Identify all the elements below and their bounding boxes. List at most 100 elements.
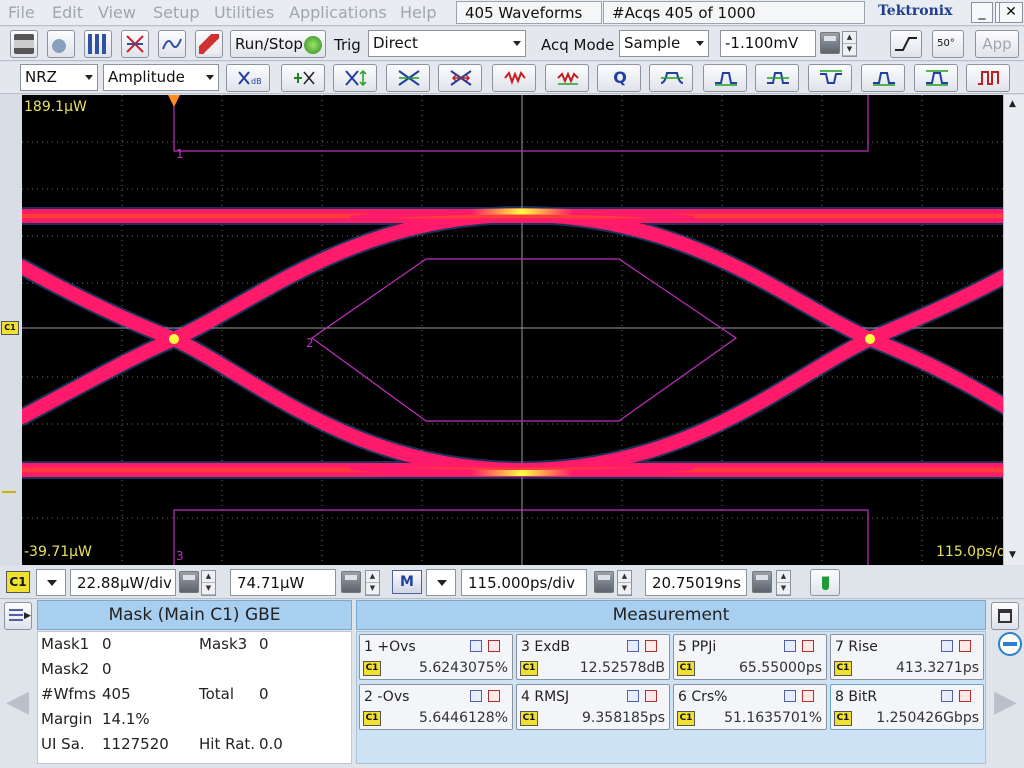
measurement-settings-icon[interactable] xyxy=(784,690,796,702)
menu-setup[interactable]: Setup xyxy=(153,3,200,22)
measurement-delete-icon[interactable] xyxy=(959,640,971,652)
measurement-cell[interactable]: 2 -Ovs C1 5.6446128% xyxy=(359,684,513,730)
measurement-settings-icon[interactable] xyxy=(627,640,639,652)
close-button[interactable]: ✕ xyxy=(999,2,1023,23)
pulse-button-3[interactable] xyxy=(755,64,799,92)
keypad-icon[interactable] xyxy=(752,571,772,593)
trigger-level-spinner[interactable]: ▲ ▼ xyxy=(842,31,857,57)
display-scrollbar[interactable]: ▲ ▼ xyxy=(1003,95,1024,565)
print-button[interactable] xyxy=(10,30,38,58)
jitter-pp-button[interactable] xyxy=(492,64,536,92)
measurement-cell[interactable]: 4 RMSJ C1 9.358185ps xyxy=(516,684,670,730)
measurement-delete-icon[interactable] xyxy=(802,640,814,652)
trigger-position-button[interactable]: 50° xyxy=(932,30,964,58)
mask-panel-title: Mask (Main C1) GBE xyxy=(37,600,352,630)
panel-menu-button[interactable]: ▶ xyxy=(4,602,32,630)
app-button[interactable]: App xyxy=(975,30,1019,58)
jitter-rms-button[interactable] xyxy=(545,64,589,92)
pulse-button-1[interactable] xyxy=(649,64,693,92)
horizontal-scale-spinner[interactable]: ▲ ▼ xyxy=(617,570,632,596)
horizontal-position-spinner[interactable]: ▲ ▼ xyxy=(776,570,791,596)
channel-dropdown[interactable] xyxy=(36,569,66,596)
measurement-settings-icon[interactable] xyxy=(941,640,953,652)
measurement-settings-icon[interactable] xyxy=(627,690,639,702)
vertical-scale-spinner[interactable]: ▲ ▼ xyxy=(201,570,216,596)
channel-marker[interactable]: C1 xyxy=(1,321,19,335)
keypad-icon[interactable] xyxy=(341,571,361,593)
extinction-dbm-button[interactable] xyxy=(281,64,325,92)
menu-applications[interactable]: Applications xyxy=(289,3,387,22)
trigger-slope-button[interactable] xyxy=(890,30,922,58)
pattern-type-dropdown[interactable]: NRZ xyxy=(20,64,98,91)
menu-help[interactable]: Help xyxy=(400,3,436,22)
run-stop-button[interactable]: Run/Stop xyxy=(230,30,326,58)
vertical-scale-input[interactable]: 22.88µW/div xyxy=(70,569,176,596)
scroll-up-icon[interactable]: ▲ xyxy=(1009,99,1016,109)
ground-icon xyxy=(2,483,16,493)
acq-mode-dropdown[interactable]: Sample xyxy=(619,30,709,57)
measurement-panel-title: Measurement xyxy=(356,600,986,630)
measurement-cell[interactable]: 3 ExdB C1 12.52578dB xyxy=(516,634,670,680)
measurement-settings-icon[interactable] xyxy=(784,640,796,652)
measurement-cell[interactable]: 7 Rise C1 413.3271ps xyxy=(830,634,984,680)
teamviewer-icon[interactable] xyxy=(998,632,1022,656)
trigger-level-input[interactable]: -1.100mV xyxy=(720,30,816,57)
mask-button[interactable] xyxy=(121,30,149,58)
pulse-button-2[interactable] xyxy=(703,64,747,92)
pulse-button-5[interactable] xyxy=(861,64,905,92)
menu-view[interactable]: View xyxy=(98,3,136,22)
thermometer-button[interactable] xyxy=(810,569,840,596)
eye-width-button[interactable] xyxy=(438,64,482,92)
pulse-button-6[interactable] xyxy=(914,64,958,92)
vertical-offset-input[interactable]: 74.71µW xyxy=(230,569,336,596)
waveform-display[interactable]: 1 2 3 189.1µW -39.71µW 115.0ps/div xyxy=(22,95,1022,565)
keypad-icon[interactable] xyxy=(179,571,199,593)
measurement-settings-icon[interactable] xyxy=(941,690,953,702)
measurement-cell[interactable]: 1 +Ovs C1 5.6243075% xyxy=(359,634,513,680)
save-setup-button[interactable] xyxy=(47,30,75,58)
left-gutter: C1 xyxy=(0,95,22,565)
mask-stat-label: Mask3 xyxy=(199,635,248,653)
horizontal-scale-input[interactable]: 115.000ps/div xyxy=(461,569,587,596)
trigger-marker[interactable] xyxy=(168,95,180,107)
horizontal-position-input[interactable]: 20.75019ns xyxy=(645,569,747,596)
measurement-cell[interactable]: 8 BitR C1 1.250426Gbps xyxy=(830,684,984,730)
q-factor-icon: Q xyxy=(613,68,627,87)
q-factor-button[interactable]: Q xyxy=(597,64,641,92)
crossing-button[interactable] xyxy=(386,64,430,92)
mask-regions xyxy=(173,95,869,565)
nav-left-arrow-icon[interactable]: ◀ xyxy=(6,684,29,719)
measurement-delete-icon[interactable] xyxy=(488,690,500,702)
eye-height-button[interactable] xyxy=(333,64,377,92)
clear-button[interactable] xyxy=(195,30,223,58)
minimize-button[interactable]: _ xyxy=(971,2,993,23)
trigger-source-dropdown[interactable]: Direct xyxy=(368,30,526,57)
menu-edit[interactable]: Edit xyxy=(52,3,83,22)
math-badge[interactable]: M xyxy=(392,570,422,594)
nrz-pattern-button[interactable] xyxy=(966,64,1010,92)
measurement-cell[interactable]: 5 PPJi C1 65.55000ps xyxy=(673,634,827,680)
menu-file[interactable]: File xyxy=(8,3,35,22)
vertical-offset-spinner[interactable]: ▲ ▼ xyxy=(365,570,380,596)
nav-right-arrow-icon[interactable]: ▶ xyxy=(994,684,1017,719)
measurement-settings-icon[interactable] xyxy=(470,690,482,702)
keypad-icon[interactable] xyxy=(820,32,840,54)
measure-button[interactable] xyxy=(84,30,112,58)
pulse-button-4[interactable] xyxy=(808,64,852,92)
measurement-delete-icon[interactable] xyxy=(645,640,657,652)
measurement-delete-icon[interactable] xyxy=(488,640,500,652)
channel-select-badge[interactable]: C1 xyxy=(6,571,30,593)
measurement-type-dropdown[interactable]: Amplitude xyxy=(103,64,219,91)
keypad-icon[interactable] xyxy=(594,571,614,593)
measurement-delete-icon[interactable] xyxy=(645,690,657,702)
measurement-delete-icon[interactable] xyxy=(959,690,971,702)
measurement-settings-icon[interactable] xyxy=(470,640,482,652)
autoset-button[interactable] xyxy=(158,30,186,58)
measurement-cell[interactable]: 6 Crs% C1 51.1635701% xyxy=(673,684,827,730)
extinction-db-button[interactable]: dB xyxy=(226,64,270,92)
measurement-delete-icon[interactable] xyxy=(802,690,814,702)
menu-utilities[interactable]: Utilities xyxy=(214,3,274,22)
scroll-down-icon[interactable]: ▼ xyxy=(1009,550,1016,560)
panel-layout-button[interactable] xyxy=(991,602,1019,630)
math-dropdown[interactable] xyxy=(426,569,456,596)
